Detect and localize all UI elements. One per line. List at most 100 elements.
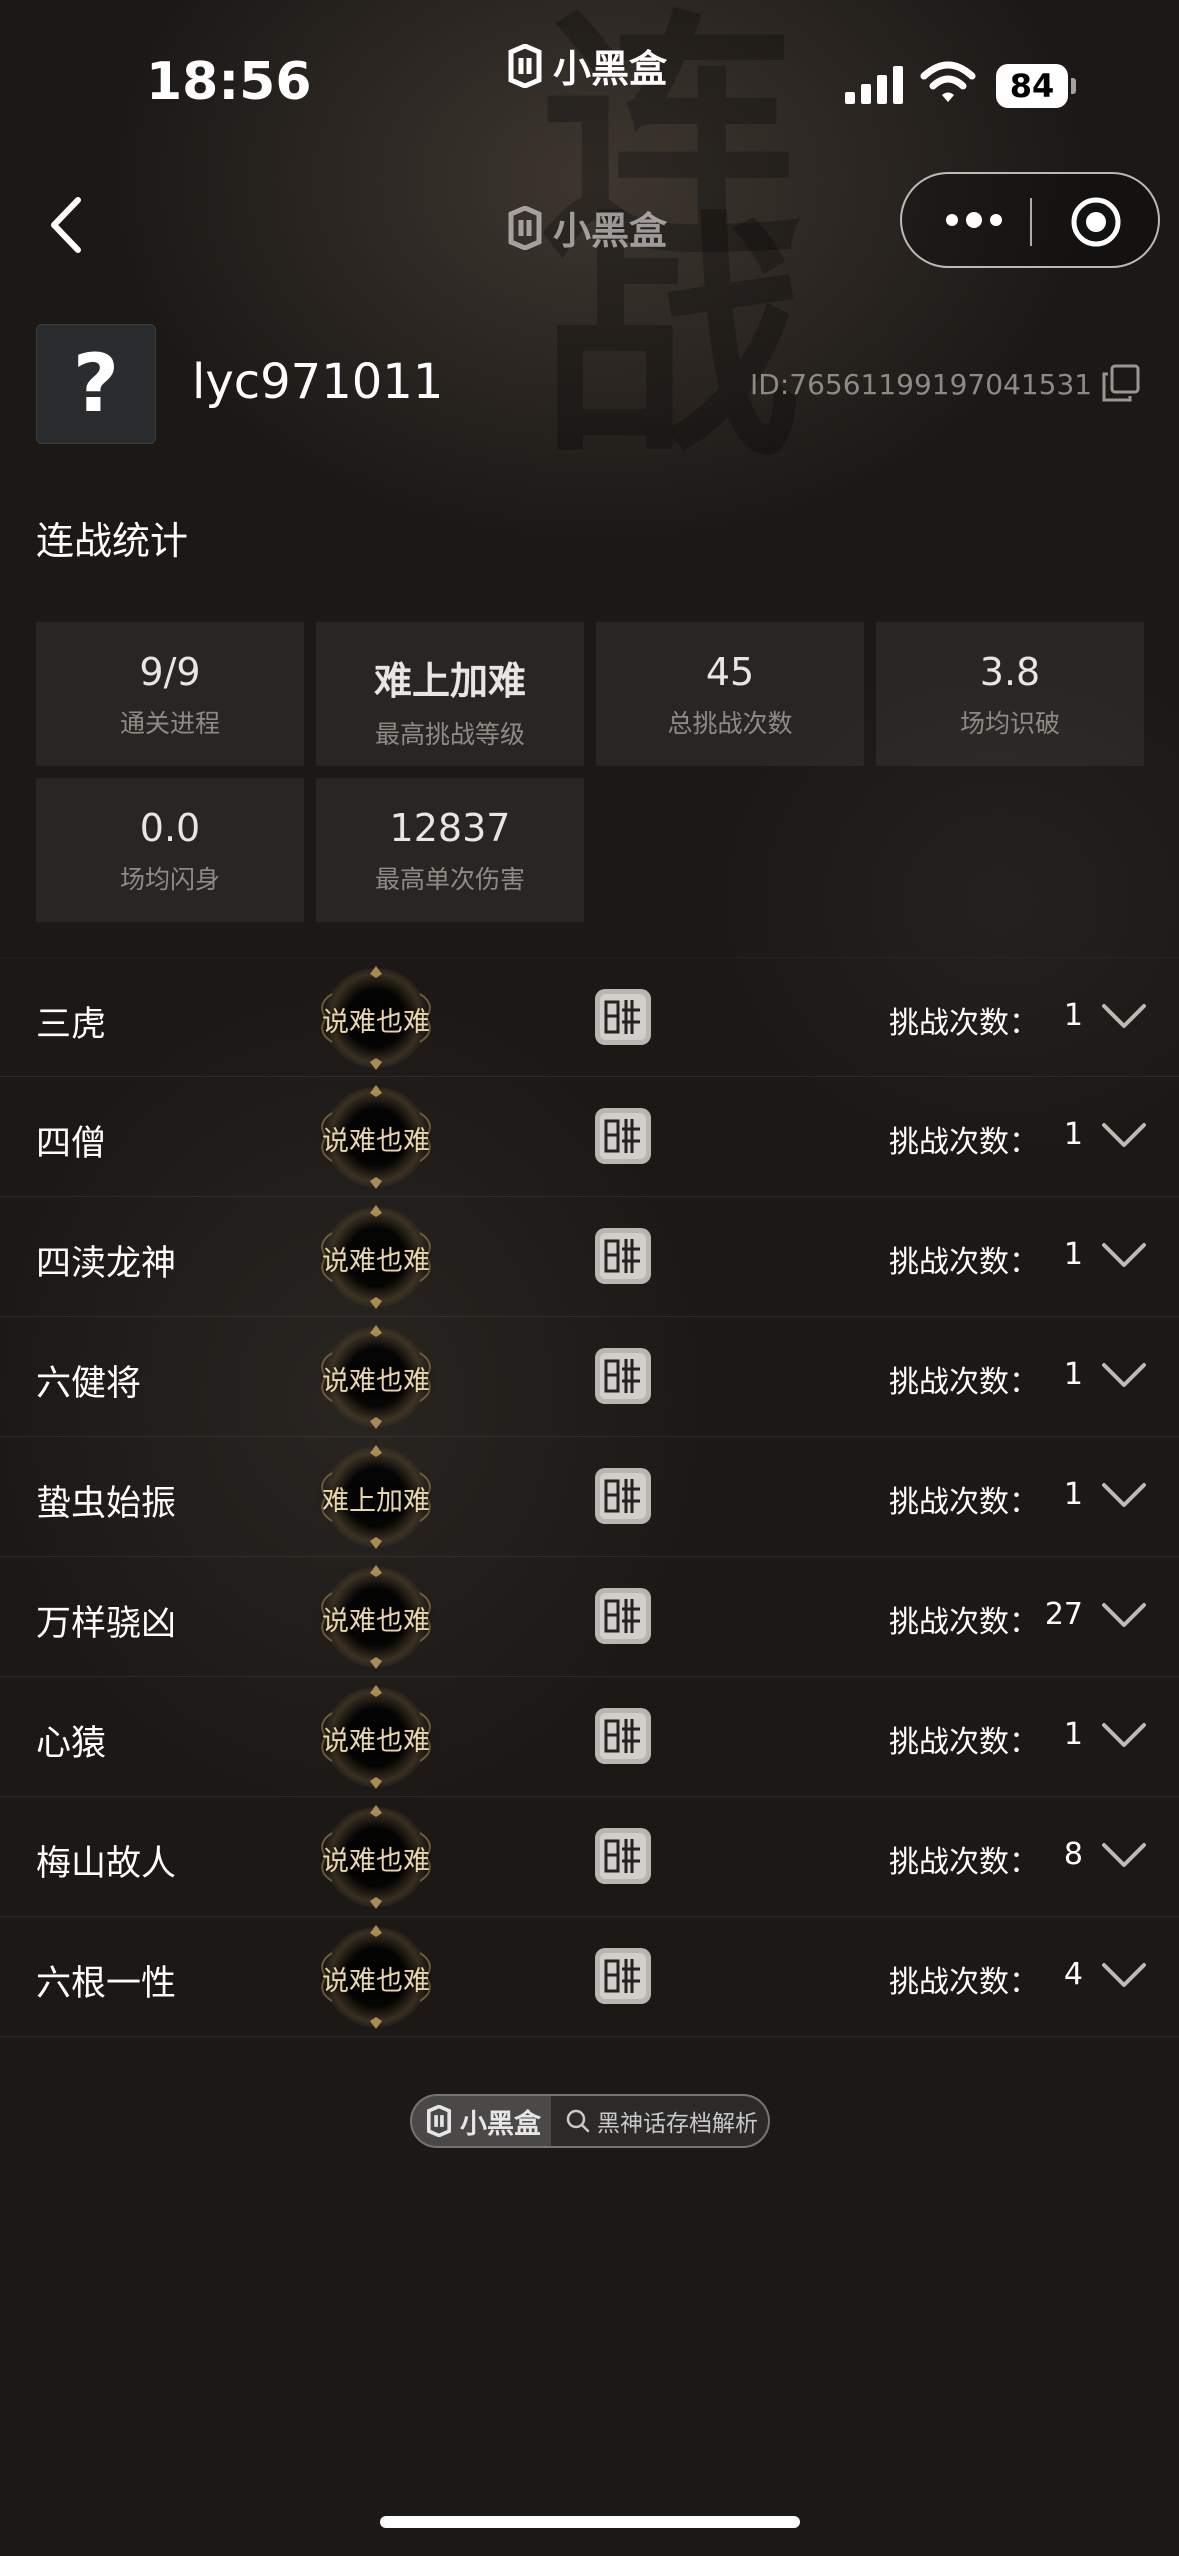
boss-name: 六健将 — [36, 1364, 142, 1404]
copy-icon[interactable] — [1102, 364, 1140, 402]
difficulty-badge: 说难也难 — [306, 1923, 446, 2031]
stat-card-max-level: 难上加难 最高挑战等级 — [316, 622, 584, 766]
section-title: 连战统计 — [36, 519, 189, 563]
stat-label: 场均闪身 — [119, 865, 220, 894]
count-value: 4 — [1063, 1957, 1083, 1992]
boss-row[interactable]: 万样骁凶 说难也难 挑战次数： 27 — [0, 1557, 1179, 1677]
seal-icon — [595, 1588, 651, 1644]
boss-row[interactable]: 三虎 说难也难 挑战次数： 1 — [0, 957, 1179, 1077]
difficulty-badge: 说难也难 — [306, 1203, 446, 1311]
chevron-down-icon[interactable] — [1098, 1715, 1150, 1755]
search-icon — [566, 2109, 590, 2133]
chevron-down-icon[interactable] — [1098, 1115, 1150, 1155]
chevron-down-icon[interactable] — [1098, 1595, 1150, 1635]
signal-icon — [845, 66, 903, 104]
brand-mark-icon — [427, 2105, 451, 2137]
boss-row[interactable]: 心猿 说难也难 挑战次数： 1 — [0, 1677, 1179, 1797]
stat-card-avg-dodge: 0.0 场均闪身 — [36, 778, 304, 922]
stat-label: 通关进程 — [119, 709, 220, 738]
chevron-down-icon[interactable] — [1098, 1835, 1150, 1875]
count-value: 1 — [1063, 1357, 1083, 1392]
count-label: 挑战次数： — [889, 1965, 1039, 2000]
username: lyc971011 — [192, 354, 444, 410]
more-dots-icon[interactable] — [938, 194, 1018, 246]
difficulty-text: 说难也难 — [322, 1126, 430, 1157]
difficulty-badge: 说难也难 — [306, 964, 446, 1072]
stat-card-progress: 9/9 通关进程 — [36, 622, 304, 766]
count-label: 挑战次数： — [889, 1365, 1039, 1400]
difficulty-text: 说难也难 — [322, 1846, 430, 1877]
status-brand: 小黑盒 — [505, 38, 667, 93]
boss-name: 四渎龙神 — [36, 1244, 177, 1284]
boss-list: 三虎 说难也难 挑战次数： 1 四僧 说难也难 挑战次数： 1 四渎龙神 说难也… — [0, 957, 1179, 2037]
difficulty-badge: 说难也难 — [306, 1803, 446, 1911]
count-value: 1 — [1063, 1117, 1083, 1152]
count-value: 27 — [1044, 1597, 1083, 1632]
stat-card-avg-deflect: 3.8 场均识破 — [876, 622, 1144, 766]
chevron-down-icon[interactable] — [1098, 1355, 1150, 1395]
boss-row[interactable]: 四渎龙神 说难也难 挑战次数： 1 — [0, 1197, 1179, 1317]
boss-row[interactable]: 六根一性 说难也难 挑战次数： 4 — [0, 1917, 1179, 2037]
seal-icon — [595, 1108, 651, 1164]
footer-brand: 小黑盒 — [412, 2096, 551, 2146]
footer-search: 黑神话存档解析 — [551, 2104, 758, 2138]
difficulty-badge: 说难也难 — [306, 1563, 446, 1671]
boss-name: 六根一性 — [36, 1964, 177, 2004]
count-value: 1 — [1063, 1477, 1083, 1512]
brand-mark-icon — [508, 205, 542, 250]
count-label: 挑战次数： — [889, 1845, 1039, 1880]
boss-row[interactable]: 六健将 说难也难 挑战次数： 1 — [0, 1317, 1179, 1437]
capsule-divider — [1030, 198, 1032, 246]
chevron-down-icon[interactable] — [1098, 1475, 1150, 1515]
stat-label: 场均识破 — [959, 709, 1060, 738]
back-arrow-icon[interactable] — [40, 190, 100, 260]
status-brand-text: 小黑盒 — [553, 47, 668, 91]
count-value: 1 — [1063, 998, 1083, 1033]
boss-name: 三虎 — [36, 1005, 107, 1045]
count-label: 挑战次数： — [889, 1245, 1039, 1280]
count-value: 8 — [1063, 1837, 1083, 1872]
seal-icon — [595, 1948, 651, 2004]
stats-grid: 9/9 通关进程 难上加难 最高挑战等级 45 总挑战次数 3.8 场均识破 0… — [36, 622, 1144, 922]
status-time: 18:56 — [146, 52, 312, 112]
battery-level: 84 — [996, 64, 1068, 108]
target-icon[interactable] — [1070, 196, 1122, 248]
battery-icon: 84 — [996, 64, 1076, 108]
count-label: 挑战次数： — [889, 1125, 1039, 1160]
boss-name: 万样骁凶 — [36, 1604, 177, 1644]
stat-value: 12837 — [389, 806, 511, 850]
difficulty-badge: 难上加难 — [306, 1443, 446, 1551]
count-label: 挑战次数： — [889, 1006, 1039, 1041]
boss-row[interactable]: 蛰虫始振 难上加难 挑战次数： 1 — [0, 1437, 1179, 1557]
seal-icon — [595, 989, 651, 1045]
stat-label: 总挑战次数 — [667, 709, 793, 738]
boss-name: 梅山故人 — [36, 1844, 177, 1884]
difficulty-badge: 说难也难 — [306, 1083, 446, 1191]
count-value: 1 — [1063, 1237, 1083, 1272]
chevron-down-icon[interactable] — [1098, 1955, 1150, 1995]
seal-icon — [595, 1468, 651, 1524]
chevron-down-icon[interactable] — [1098, 996, 1150, 1036]
boss-row[interactable]: 梅山故人 说难也难 挑战次数： 8 — [0, 1797, 1179, 1917]
avatar[interactable]: ? — [36, 324, 156, 444]
stat-value: 3.8 — [979, 650, 1041, 694]
home-indicator[interactable] — [380, 2516, 800, 2528]
chevron-down-icon[interactable] — [1098, 1235, 1150, 1275]
stat-value: 9/9 — [139, 650, 201, 694]
count-label: 挑战次数： — [889, 1605, 1039, 1640]
stat-value: 45 — [705, 650, 755, 694]
status-bar: 18:56 小黑盒 84 — [0, 0, 1179, 160]
footer-brand-text: 小黑盒 — [460, 2108, 541, 2140]
seal-icon — [595, 1828, 651, 1884]
difficulty-text: 难上加难 — [322, 1486, 430, 1517]
boss-name: 心猿 — [36, 1724, 107, 1764]
boss-row[interactable]: 四僧 说难也难 挑战次数： 1 — [0, 1077, 1179, 1197]
seal-icon — [595, 1348, 651, 1404]
nav-title-text: 小黑盒 — [553, 209, 668, 253]
battery-tip — [1071, 78, 1076, 94]
difficulty-badge: 说难也难 — [306, 1323, 446, 1431]
difficulty-text: 说难也难 — [322, 1726, 430, 1757]
seal-icon — [595, 1228, 651, 1284]
footer-watermark[interactable]: 小黑盒 黑神话存档解析 — [410, 2094, 770, 2148]
seal-icon — [595, 1708, 651, 1764]
